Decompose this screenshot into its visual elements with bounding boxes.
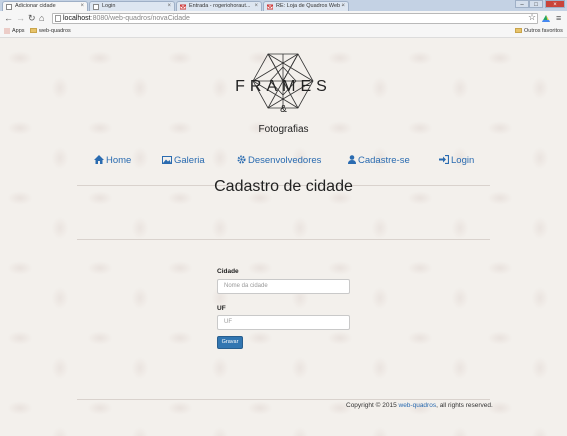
bookmark-web-quadros[interactable]: web-quadros	[30, 26, 71, 37]
nav-developers[interactable]: Desenvolvedores	[237, 154, 321, 168]
bookmarks-bar: Apps web-quadros Outros favoritos	[0, 26, 567, 38]
divider	[77, 239, 490, 240]
gmail-icon	[266, 4, 274, 10]
footer-prefix: Copyright © 2015	[346, 402, 399, 409]
log-in-icon	[439, 154, 450, 165]
url-host: localhost	[63, 15, 91, 22]
uf-label: UF	[217, 305, 226, 312]
maximize-icon[interactable]: □	[529, 0, 543, 8]
home-icon	[94, 155, 104, 164]
nav-signup-label: Cadastre-se	[358, 155, 410, 166]
nav-login[interactable]: Login	[439, 154, 474, 168]
url-path: :8080/web-quadros/novaCidade	[90, 15, 190, 22]
gear-icon	[237, 155, 246, 164]
brand-ampersand: &	[280, 104, 287, 115]
nav-signup[interactable]: Cadastre-se	[348, 154, 410, 168]
footer-link[interactable]: web-quadros	[399, 402, 437, 409]
page-title: Cadastro de cidade	[214, 178, 353, 195]
drive-icon[interactable]	[542, 14, 550, 25]
close-icon[interactable]: ×	[341, 2, 345, 11]
page-icon	[93, 4, 99, 10]
page-icon	[55, 15, 61, 22]
footer: Copyright © 2015 web-quadros, all rights…	[346, 402, 493, 409]
nav-gallery[interactable]: Galeria	[162, 154, 205, 168]
uf-input[interactable]: UF	[217, 315, 350, 330]
tab-label: Adicionar cidade	[15, 3, 56, 9]
tab-label: Login	[102, 3, 116, 9]
nav-developers-label: Desenvolvedores	[248, 155, 322, 166]
reload-icon[interactable]: ↻	[28, 13, 36, 24]
tab-adicionar-cidade[interactable]: Adicionar cidade ×	[2, 1, 88, 11]
apps-icon	[4, 27, 10, 34]
tab-re-loja[interactable]: RE: Loja de Quadros Web - ×	[263, 1, 349, 11]
close-icon[interactable]: ×	[167, 2, 171, 11]
tab-login[interactable]: Login ×	[89, 1, 175, 11]
star-icon[interactable]: ☆	[528, 12, 536, 23]
nav-home[interactable]: Home	[94, 154, 131, 168]
brand-name: FRAMES	[235, 78, 332, 95]
browser-toolbar: ← → ↻ ⌂ localhost:8080/web-quadros/novaC…	[0, 11, 567, 27]
tab-entrada[interactable]: Entrada - rogeriohoraut... ×	[176, 1, 262, 11]
folder-icon	[30, 28, 37, 34]
tab-label: Entrada - rogeriohoraut...	[189, 3, 251, 9]
browser-tab-bar: Adicionar cidade × Login × Entrada - rog…	[0, 0, 567, 11]
save-button[interactable]: Gravar	[217, 336, 243, 349]
close-icon[interactable]: ×	[254, 2, 258, 11]
tab-label: RE: Loja de Quadros Web -	[276, 3, 344, 9]
city-label: Cidade	[217, 268, 239, 275]
gmail-icon	[179, 4, 187, 10]
footer-suffix: , all rights reserved.	[436, 402, 493, 409]
menu-icon[interactable]: ≡	[556, 13, 561, 24]
picture-icon	[162, 156, 172, 164]
close-icon[interactable]: ×	[80, 2, 84, 11]
minimize-icon[interactable]: –	[515, 0, 529, 8]
bookmark-apps[interactable]: Apps	[4, 26, 25, 37]
folder-icon	[515, 28, 522, 34]
divider	[77, 399, 490, 400]
brand-tagline: Fotografias	[258, 124, 309, 135]
address-bar[interactable]: localhost:8080/web-quadros/novaCidade	[52, 13, 538, 24]
nav-gallery-label: Galeria	[174, 155, 205, 166]
bookmark-other[interactable]: Outros favoritos	[515, 26, 563, 37]
back-icon[interactable]: ←	[4, 13, 13, 24]
nav-login-label: Login	[451, 155, 475, 166]
user-icon	[348, 155, 356, 164]
home-icon[interactable]: ⌂	[39, 13, 44, 24]
city-input[interactable]: Nome da cidade	[217, 279, 350, 294]
close-window-icon[interactable]: ×	[545, 0, 565, 8]
nav-home-label: Home	[106, 155, 132, 166]
forward-icon[interactable]: →	[16, 13, 25, 24]
page-icon	[6, 4, 12, 10]
